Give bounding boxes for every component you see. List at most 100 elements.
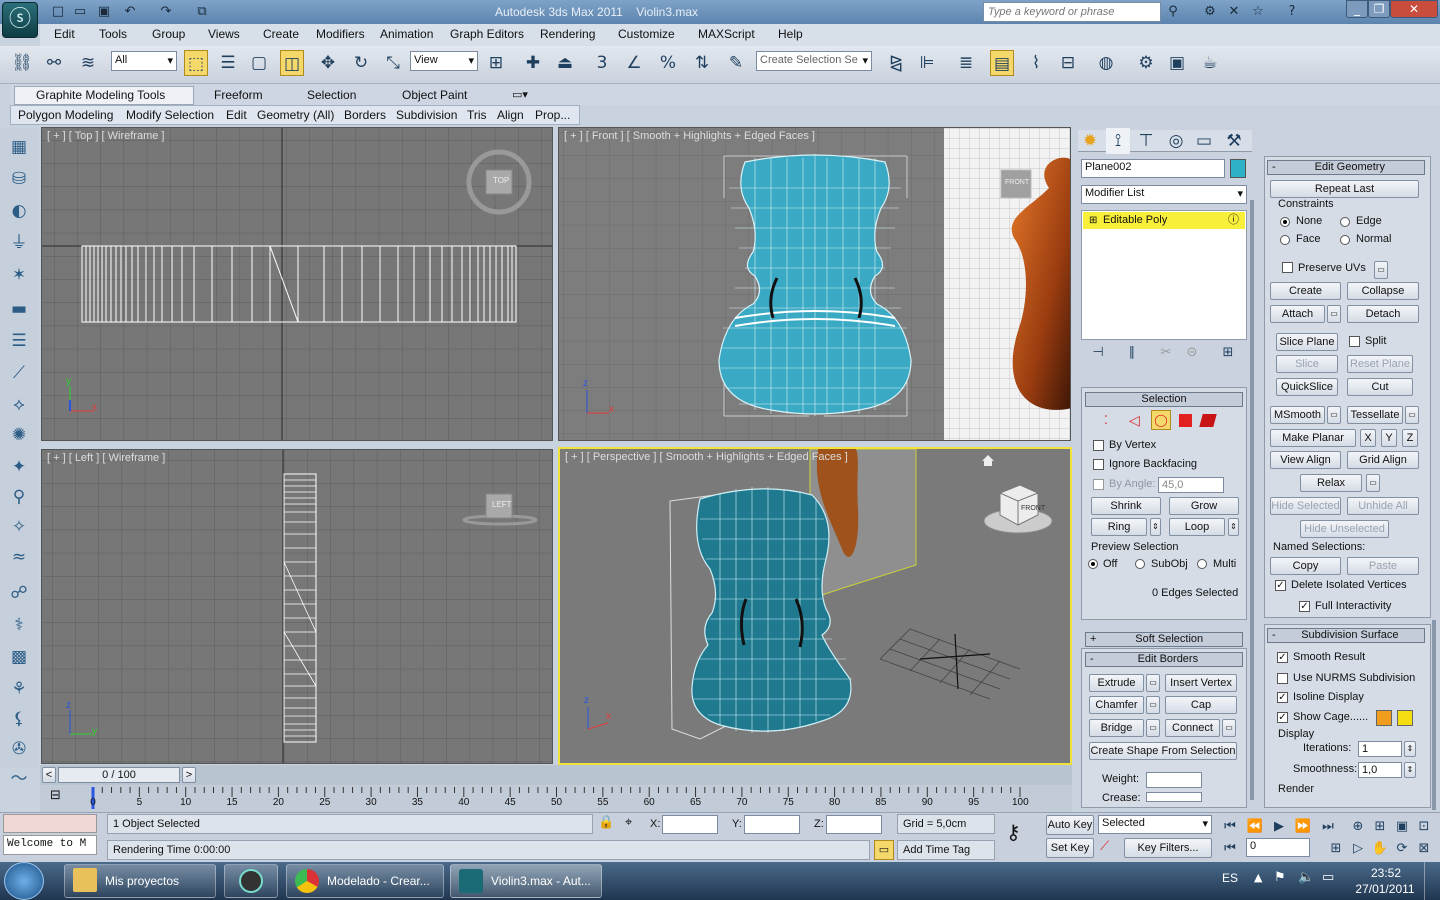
msmooth-button[interactable]: MSmooth xyxy=(1270,406,1325,424)
minimize-button[interactable]: _ xyxy=(1346,0,1368,18)
menu-rendering[interactable]: Rendering xyxy=(540,27,595,41)
crease-spinner[interactable] xyxy=(1146,792,1202,802)
unhide-all-button[interactable]: Unhide All xyxy=(1347,497,1419,515)
ribbon-geometry-all[interactable]: Geometry (All) xyxy=(257,108,334,122)
select-manipulate-icon[interactable]: ✚ xyxy=(521,50,545,76)
x-coord-field[interactable] xyxy=(662,815,718,834)
paste-button[interactable]: Paste xyxy=(1347,557,1419,575)
grow-button[interactable]: Grow xyxy=(1169,497,1239,515)
taper-modifier-icon[interactable]: ⟡ xyxy=(6,392,32,418)
keyboard-shortcut-icon[interactable]: ⏏ xyxy=(553,50,577,76)
viewport-front-label[interactable]: [ + ] [ Front ] [ Smooth + Highlights + … xyxy=(564,130,815,142)
favorites-star-icon[interactable]: ☆ xyxy=(1248,3,1268,21)
action-center-icon[interactable]: ▭ xyxy=(1322,870,1334,885)
edit-named-selection-icon[interactable]: ✎ xyxy=(724,50,748,76)
viewcube-top-label[interactable]: TOP xyxy=(493,176,509,185)
time-config-icon[interactable]: ⊞ xyxy=(1324,836,1348,862)
scale-icon[interactable]: ⤡ xyxy=(381,50,405,76)
ribbon-properties[interactable]: Prop... xyxy=(535,108,570,122)
bend-modifier-icon[interactable]: ⟋ xyxy=(6,360,32,386)
mirror-icon[interactable]: ⧎ xyxy=(884,50,908,76)
viewcube-front-label[interactable]: FRONT xyxy=(1005,179,1029,186)
render-setup-icon[interactable]: ⚙ xyxy=(1134,50,1158,76)
percent-snap-icon[interactable]: % xyxy=(656,50,680,76)
ribbon-tris[interactable]: Tris xyxy=(467,108,487,122)
view-align-button[interactable]: View Align xyxy=(1270,451,1341,469)
slice-plane-button[interactable]: Slice Plane xyxy=(1276,333,1338,351)
default-tangent-icon[interactable]: ⟋ xyxy=(1100,839,1109,854)
time-prev-button[interactable]: < xyxy=(42,767,56,783)
schematic-view-icon[interactable]: ⊟ xyxy=(1056,50,1080,76)
menu-group[interactable]: Group xyxy=(152,27,185,41)
z-coord-field[interactable] xyxy=(826,815,882,834)
ribbon-borders[interactable]: Borders xyxy=(344,108,386,122)
maxscript-listener-top[interactable] xyxy=(3,814,97,833)
ignore-backfacing-checkbox[interactable] xyxy=(1093,459,1104,470)
extrude-button[interactable]: Extrude xyxy=(1089,674,1144,692)
time-next-button[interactable]: > xyxy=(182,767,196,783)
utilities-tab-icon[interactable]: ⚒ xyxy=(1222,128,1246,154)
constraint-normal-radio[interactable] xyxy=(1340,235,1350,245)
object-name-field[interactable]: Plane002 xyxy=(1081,159,1225,178)
menu-customize[interactable]: Customize xyxy=(618,27,675,41)
select-object-icon[interactable]: ⬚ xyxy=(184,50,208,76)
particle-icon[interactable]: ⚸ xyxy=(6,706,32,732)
star-shape-icon[interactable]: ✶ xyxy=(6,262,32,288)
loop-spinner[interactable]: ⇕ xyxy=(1228,518,1239,536)
constraint-face-radio[interactable] xyxy=(1280,235,1290,245)
clock-time[interactable]: 23:52 xyxy=(1358,866,1414,880)
orbit-icon[interactable]: ⟳ xyxy=(1390,836,1414,862)
tab-graphite-modeling[interactable]: Graphite Modeling Tools xyxy=(36,88,165,102)
extrude-settings-button[interactable]: ▭ xyxy=(1146,674,1160,692)
taskbar-chrome[interactable]: Modelado - Crear... xyxy=(286,864,444,898)
biped-icon[interactable]: ☍ xyxy=(6,580,32,606)
create-button[interactable]: Create xyxy=(1270,282,1341,300)
graphite-toggle-icon[interactable]: ▤ xyxy=(990,50,1014,76)
open-file-icon[interactable]: ▭ xyxy=(70,3,90,21)
project-folder-icon[interactable]: ⧉ xyxy=(192,3,212,21)
twist-modifier-icon[interactable]: ✺ xyxy=(6,422,32,448)
loop-button[interactable]: Loop xyxy=(1169,518,1225,536)
make-planar-button[interactable]: Make Planar xyxy=(1270,429,1356,447)
ribbon-options-icon[interactable]: ▭▾ xyxy=(512,88,528,101)
viewport-left-label[interactable]: [ + ] [ Left ] [ Wireframe ] xyxy=(47,452,165,464)
ribbon-modify-selection[interactable]: Modify Selection xyxy=(126,108,214,122)
msmooth-settings-button[interactable]: ▭ xyxy=(1327,406,1341,424)
menu-graph-editors[interactable]: Graph Editors xyxy=(450,27,524,41)
subdivision-rollout-header[interactable]: - Subdivision Surface xyxy=(1267,628,1425,643)
attach-button[interactable]: Attach xyxy=(1270,305,1325,323)
stack-item-editable-poly[interactable]: Editable Poly ⊞ ⓘ xyxy=(1083,212,1245,229)
reactor-icon[interactable]: ✇ xyxy=(6,736,32,762)
menu-edit[interactable]: Edit xyxy=(54,27,75,41)
ring-button[interactable]: Ring xyxy=(1091,518,1147,536)
ribbon-polygon-modeling[interactable]: Polygon Modeling xyxy=(18,108,113,122)
clock-date[interactable]: 27/01/2011 xyxy=(1352,882,1418,896)
bone-icon[interactable]: ⚕ xyxy=(6,612,32,638)
save-file-icon[interactable]: ▣ xyxy=(94,3,114,21)
collapse-button[interactable]: Collapse xyxy=(1347,282,1419,300)
planar-x-button[interactable]: X xyxy=(1360,429,1376,447)
delete-isolated-checkbox[interactable]: ✓ xyxy=(1275,580,1286,591)
use-nurms-checkbox[interactable] xyxy=(1277,673,1288,684)
cut-button[interactable]: Cut xyxy=(1347,378,1413,396)
menu-create[interactable]: Create xyxy=(263,27,299,41)
extrude-modifier-icon[interactable]: ▬ xyxy=(6,296,32,322)
split-checkbox[interactable] xyxy=(1349,336,1360,347)
viewcube-persp-label[interactable]: FRONT xyxy=(1021,505,1045,512)
menu-tools[interactable]: Tools xyxy=(99,27,127,41)
viewport-perspective-label[interactable]: [ + ] [ Perspective ] [ Smooth + Highlig… xyxy=(565,451,848,463)
communication-icon[interactable]: ✕ xyxy=(1224,3,1244,21)
preview-multi-radio[interactable] xyxy=(1197,559,1207,569)
tessellate-settings-button[interactable]: ▭ xyxy=(1405,406,1419,424)
slice-button[interactable]: Slice xyxy=(1276,355,1338,373)
search-input[interactable]: Type a keyword or phrase xyxy=(983,2,1161,22)
selection-filter-dropdown[interactable]: All ▾ xyxy=(111,51,177,71)
previous-frame-icon[interactable]: ⏪ xyxy=(1243,814,1267,840)
edit-geometry-rollout-header[interactable]: - Edit Geometry xyxy=(1267,160,1425,175)
play-icon[interactable]: ▶ xyxy=(1267,814,1291,840)
smoothness-spinner[interactable]: 1,0 xyxy=(1358,762,1402,778)
constraint-edge-radio[interactable] xyxy=(1340,217,1350,227)
box-primitive-icon[interactable]: ▦ xyxy=(6,134,32,160)
maxscript-mini-listener[interactable]: Welcome to M xyxy=(3,835,97,855)
repeat-last-button[interactable]: Repeat Last xyxy=(1270,180,1419,198)
